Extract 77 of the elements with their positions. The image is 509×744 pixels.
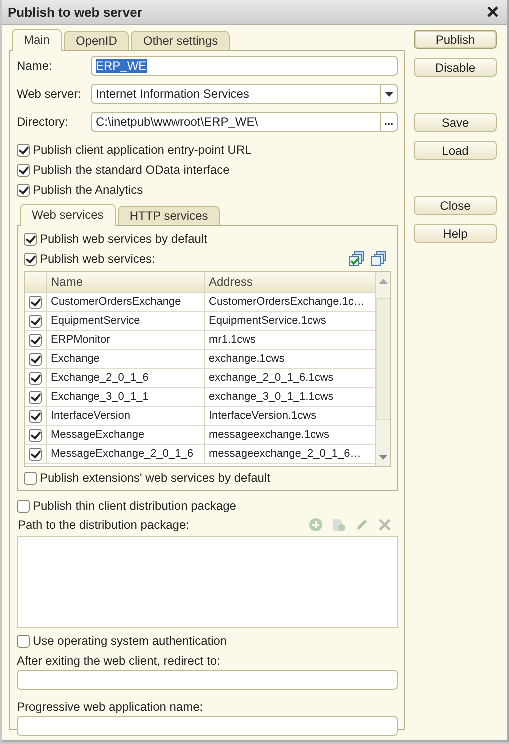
button[interactable]: Save	[414, 113, 497, 132]
tab[interactable]: Main	[12, 29, 62, 51]
field-label: Name:	[17, 59, 54, 73]
scrollbar-thumb[interactable]	[376, 298, 390, 420]
checkbox[interactable]	[29, 352, 42, 366]
column-header[interactable]: Name	[47, 272, 205, 292]
checkbox-label: Publish the standard OData interface	[33, 163, 230, 177]
tab[interactable]: Web services	[20, 204, 116, 226]
checkbox[interactable]	[29, 410, 42, 422]
window-title: Publish to web server	[8, 4, 142, 20]
checkbox-label: Publish web services by default	[40, 232, 208, 246]
table-cell: InterfaceVersion	[47, 407, 205, 425]
list-field[interactable]	[17, 536, 398, 628]
checkbox[interactable]	[24, 472, 37, 484]
button[interactable]: Publish	[414, 30, 497, 49]
checkbox[interactable]	[17, 164, 30, 176]
checkbox[interactable]	[29, 372, 42, 384]
button[interactable]: Load	[414, 141, 497, 160]
checkbox-label: Publish web services:	[40, 252, 156, 266]
checkbox[interactable]	[29, 428, 42, 442]
table-cell-text: CustomerOrdersExchange.1c…	[208, 295, 366, 310]
checkbox[interactable]	[17, 634, 30, 648]
table-cell-text: exchange_3_0_1_1.1cws	[208, 390, 335, 405]
close-icon[interactable]	[487, 6, 499, 18]
checkbox[interactable]	[29, 334, 42, 346]
field-label: Web server:	[17, 87, 82, 101]
table-cell: EquipmentService	[47, 312, 205, 330]
column-header[interactable]: Address	[205, 272, 375, 292]
checkbox-label: Use operating system authentication	[33, 634, 228, 648]
button[interactable]: Help	[414, 224, 497, 243]
checkbox[interactable]	[29, 314, 42, 328]
checkbox[interactable]	[24, 232, 37, 246]
field-label: After exiting the web client, redirect to:	[17, 653, 222, 670]
table-cell: Exchange_3_0_1_1	[47, 388, 205, 406]
table-cell: MessageExchange	[47, 426, 205, 444]
checkbox-label: Publish the Analytics	[33, 183, 144, 197]
checkbox-label: Publish thin client distribution package	[33, 499, 236, 513]
table-cell-text: InterfaceVersion.1cws	[208, 409, 318, 424]
tab[interactable]: Other settings	[131, 31, 230, 50]
uncheck-all-icon[interactable]	[371, 251, 387, 267]
checkbox[interactable]	[17, 500, 30, 512]
check-all-icon[interactable]	[349, 251, 365, 267]
button[interactable]: Close	[414, 196, 497, 215]
field-label: Progressive web application name:	[17, 699, 204, 716]
table-cell: CustomerOrdersExchange	[47, 293, 205, 311]
field-label: Directory:	[17, 115, 70, 129]
tab[interactable]: HTTP services	[118, 206, 220, 225]
table-cell: Exchange_2_0_1_6	[47, 369, 205, 387]
dropdown-arrow-icon[interactable]	[380, 85, 397, 103]
table-cell-text: EquipmentService.1cws	[208, 314, 328, 329]
input-field[interactable]: C:\inetpub\wwwroot\ERP_WE\ ...	[91, 112, 398, 132]
scroll-down-icon[interactable]	[378, 455, 388, 460]
input-field[interactable]: ERP_WE	[91, 56, 398, 76]
checkbox[interactable]	[24, 252, 37, 266]
checkbox[interactable]	[29, 390, 42, 404]
button[interactable]: Disable	[414, 58, 497, 77]
table-cell-text: mr1.1cws	[208, 333, 258, 348]
table-cell: Exchange	[47, 350, 205, 368]
table-cell: MessageExchange_2_0_1_6	[47, 445, 205, 463]
checkbox-label: Publish client application entry-point URL	[33, 143, 252, 157]
checkbox[interactable]	[17, 184, 30, 196]
scrollbar[interactable]	[375, 272, 390, 466]
checkbox[interactable]	[29, 448, 42, 460]
input-field[interactable]	[17, 716, 398, 736]
field-label: Path to the distribution package:	[18, 518, 190, 532]
table-cell-text: messageexchange_2_0_1_6…	[208, 447, 362, 462]
table-cell-text: exchange.1cws	[208, 352, 286, 367]
table-cell: ERPMonitor	[47, 331, 205, 349]
checkbox-label: Publish extensions' web services by default	[40, 471, 270, 485]
table-cell-text: messageexchange.1cws	[208, 428, 330, 443]
checkbox[interactable]	[29, 296, 42, 308]
tab[interactable]: OpenID	[64, 31, 130, 50]
table-cell-text: exchange_2_0_1_6.1cws	[208, 371, 335, 386]
input-field[interactable]	[17, 670, 398, 690]
browse-button[interactable]: ...	[380, 113, 397, 131]
checkbox[interactable]	[17, 144, 30, 156]
dropdown-field[interactable]: Internet Information Services	[91, 84, 398, 104]
